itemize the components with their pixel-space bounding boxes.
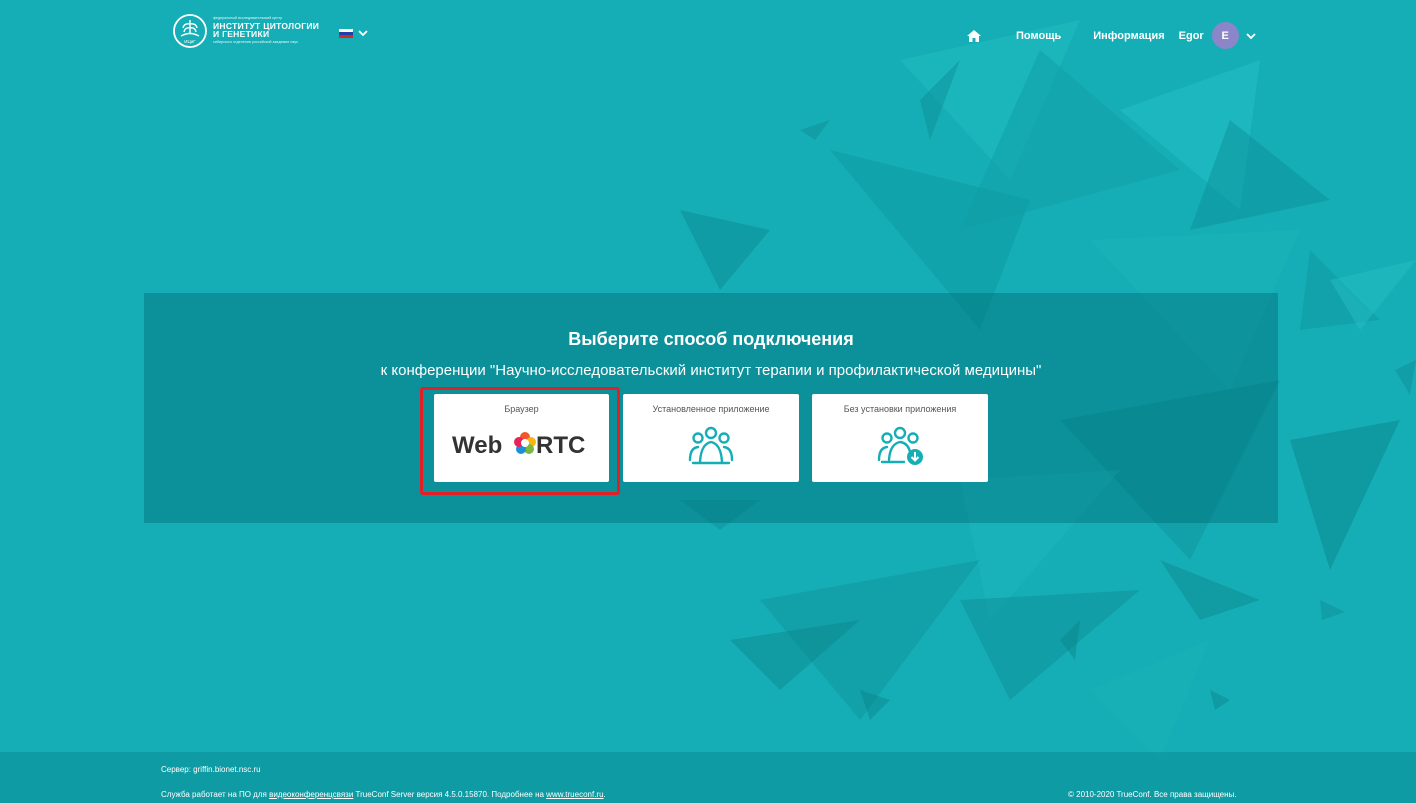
no-install-option-label: Без установки приложения: [843, 404, 957, 414]
connection-method-panel: Выберите способ подключения к конференци…: [144, 293, 1278, 523]
installed-app-option-label: Установленное приложение: [652, 404, 770, 414]
service-info: Служба работает на ПО для видеоконференц…: [161, 790, 606, 799]
russian-flag-icon: [339, 28, 353, 38]
institute-logo[interactable]: ИЦиГ федеральный исследовательский центр…: [173, 14, 319, 48]
home-icon[interactable]: [966, 28, 982, 44]
videoconference-link[interactable]: видеоконференцсвязи: [269, 790, 353, 799]
top-bar: ИЦиГ федеральный исследовательский центр…: [0, 0, 1416, 60]
people-download-icon: [877, 426, 923, 465]
info-link[interactable]: Информация: [1093, 30, 1164, 42]
avatar-letter: E: [1221, 29, 1229, 42]
copyright-text: © 2010-2020 TrueConf. Все права защищены…: [1068, 790, 1237, 799]
help-link[interactable]: Помощь: [1016, 30, 1061, 42]
chevron-down-icon: [358, 30, 368, 37]
avatar[interactable]: E: [1211, 22, 1239, 49]
page-title: Выберите способ подключения: [568, 329, 854, 349]
language-selector[interactable]: [339, 28, 369, 38]
no-install-option-card[interactable]: Без установки приложения: [812, 394, 988, 482]
people-icon: [688, 426, 734, 465]
logo-bottom-text: сибирского отделения российской академии…: [213, 39, 298, 44]
trueconf-site-link[interactable]: www.trueconf.ru: [546, 790, 603, 799]
logo-title-line2: И ГЕНЕТИКИ: [213, 29, 270, 39]
conference-subtitle: к конференции "Научно-исследовательский …: [380, 362, 1042, 379]
user-name[interactable]: Egor: [1179, 30, 1204, 42]
footer: Сервер: griffin.bionet.nsc.ru Служба раб…: [0, 752, 1416, 803]
installed-app-option-card[interactable]: Установленное приложение: [623, 394, 799, 482]
emblem-text: ИЦиГ: [184, 39, 196, 44]
webrtc-text-left: Web: [452, 432, 502, 459]
server-info: Сервер: griffin.bionet.nsc.ru: [161, 765, 261, 774]
user-menu-chevron-icon[interactable]: [1245, 31, 1257, 41]
institute-emblem-icon: ИЦиГ: [173, 14, 207, 48]
top-navigation: Помощь Информация Egor E: [966, 22, 1257, 49]
webrtc-text-right: RTC: [536, 432, 585, 459]
webrtc-logo-icon: Web RTC: [452, 432, 585, 459]
browser-option-card[interactable]: Браузер Web RTC: [434, 394, 609, 482]
browser-option-label: Браузер: [504, 404, 539, 414]
